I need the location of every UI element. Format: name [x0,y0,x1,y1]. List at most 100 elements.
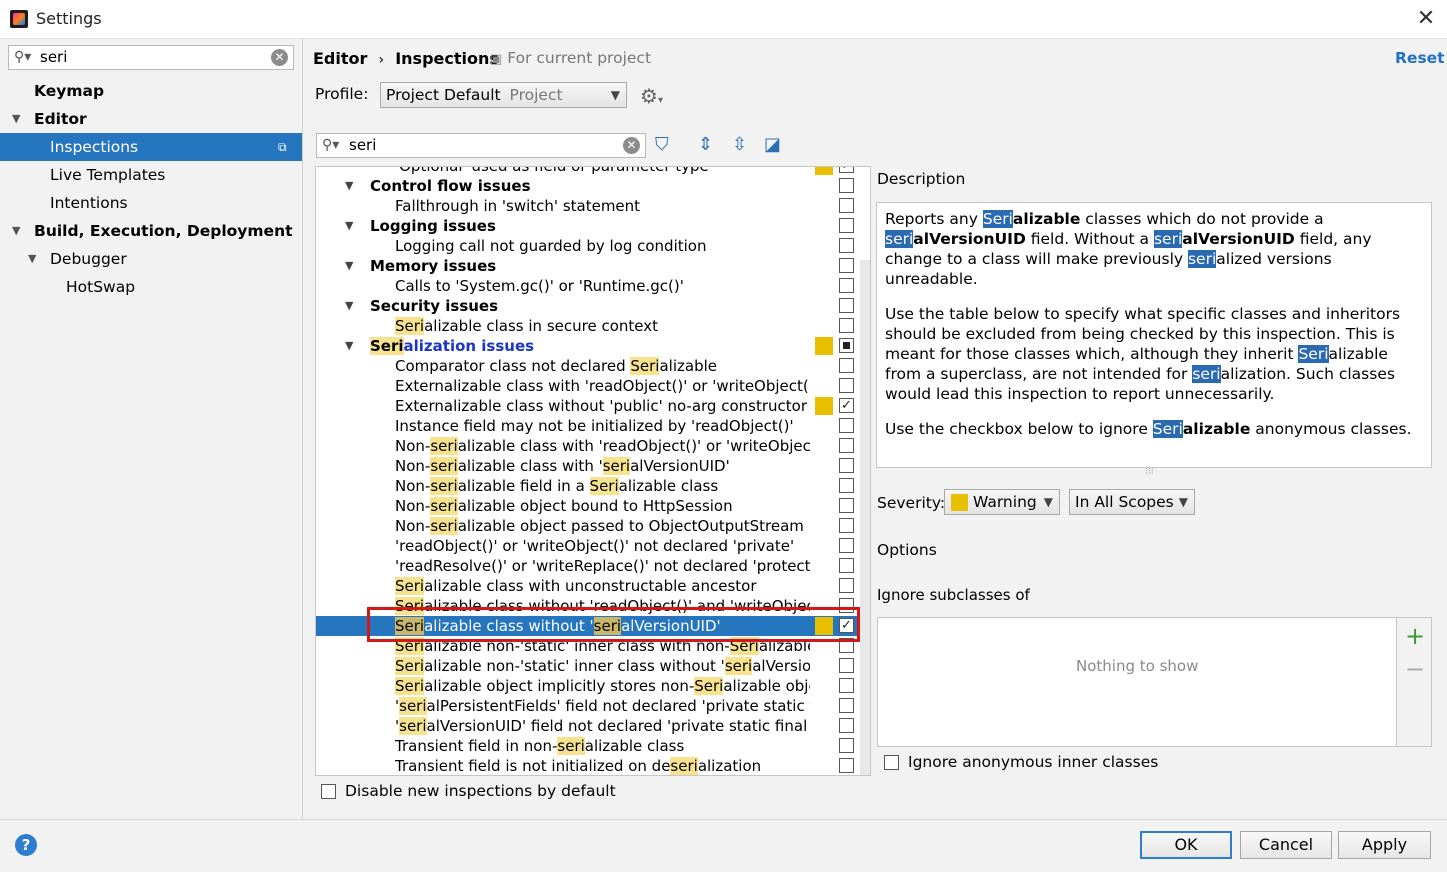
expand-arrow-icon[interactable]: ▼ [345,336,353,356]
tree-inspection-row[interactable]: Calls to 'System.gc()' or 'Runtime.gc()' [316,276,870,296]
tree-inspection-row[interactable]: Transient field in non-serializable clas… [316,736,870,756]
clear-search-icon[interactable]: ✕ [271,49,288,66]
sidebar-item-debugger[interactable]: ▼ Debugger [0,245,302,273]
expand-arrow-icon[interactable]: ▼ [345,176,353,196]
inspection-enabled-checkbox[interactable] [839,498,854,513]
cancel-button[interactable]: Cancel [1240,831,1332,859]
tree-inspection-row[interactable]: Fallthrough in 'switch' statement [316,196,870,216]
inspection-enabled-checkbox[interactable] [839,298,854,313]
tree-inspection-row[interactable]: Serializable object implicitly stores no… [316,676,870,696]
tree-category-row[interactable]: ▼ Memory issues [316,256,870,276]
tree-category-row[interactable]: ▼ Control flow issues [316,176,870,196]
collapse-all-icon[interactable]: ⇳ [732,134,747,155]
filter-icon[interactable]: ⛉ [655,134,669,155]
inspection-enabled-checkbox[interactable] [839,718,854,733]
inspection-enabled-checkbox[interactable]: ✓ [839,398,854,413]
tree-inspection-row[interactable]: 'serialVersionUID' field not declared 'p… [316,716,870,736]
inspection-filter-input[interactable]: ⚲▾ seri ✕ [316,133,646,158]
inspection-enabled-checkbox[interactable] [839,438,854,453]
tree-inspection-row[interactable]: Logging call not guarded by log conditio… [316,236,870,256]
tree-inspection-row[interactable]: 'Optional' used as field or parameter ty… [316,167,870,176]
tree-inspection-row[interactable]: Non-serializable object passed to Object… [316,516,870,536]
breadcrumb-editor[interactable]: Editor [313,49,367,68]
inspection-enabled-checkbox[interactable] [839,178,854,193]
apply-button[interactable]: Apply [1338,831,1431,859]
reset-link[interactable]: Reset [1395,49,1445,67]
inspection-enabled-checkbox[interactable] [839,378,854,393]
sidebar-item-keymap[interactable]: Keymap [0,77,302,105]
tree-inspection-row[interactable]: Serializable class with unconstructable … [316,576,870,596]
inspection-enabled-checkbox[interactable] [839,318,854,333]
expand-arrow-icon[interactable]: ▼ [345,296,353,316]
settings-search-input[interactable]: ⚲▾ seri ✕ [8,45,294,70]
inspection-enabled-checkbox[interactable] [839,738,854,753]
inspection-enabled-checkbox[interactable] [839,258,854,273]
inspection-enabled-checkbox[interactable] [839,478,854,493]
close-icon[interactable]: ✕ [1413,6,1439,32]
sidebar-item-intentions[interactable]: Intentions [0,189,302,217]
tree-inspection-row[interactable]: 'readObject()' or 'writeObject()' not de… [316,536,870,556]
tree-category-row[interactable]: ▼ Security issues [316,296,870,316]
inspection-enabled-checkbox[interactable] [839,538,854,553]
inspection-enabled-checkbox[interactable]: ✓ [839,167,854,173]
tree-inspection-row[interactable]: 'readResolve()' or 'writeReplace()' not … [316,556,870,576]
description-text: Use the checkbox below to ignore [885,420,1153,438]
inspection-enabled-checkbox[interactable] [839,278,854,293]
tree-inspection-row[interactable]: Externalizable class with 'readObject()'… [316,376,870,396]
sidebar-item-editor[interactable]: ▼ Editor [0,105,302,133]
inspection-enabled-checkbox[interactable] [839,198,854,213]
sidebar-item-live-templates[interactable]: Live Templates [0,161,302,189]
tree-category-row[interactable]: ▼ Serialization issues [316,336,870,356]
severity-dropdown[interactable]: Warning ▼ [944,489,1060,515]
tree-category-row[interactable]: ▼ Logging issues [316,216,870,236]
tree-scrollbar[interactable] [860,260,870,775]
tree-inspection-row[interactable]: Non-serializable object bound to HttpSes… [316,496,870,516]
inspection-enabled-checkbox[interactable] [839,338,854,353]
tree-inspection-row[interactable]: Instance field may not be initialized by… [316,416,870,436]
tree-inspection-row[interactable]: Transient field is not initialized on de… [316,756,870,775]
scope-dropdown[interactable]: In All Scopes ▼ [1069,489,1195,515]
add-icon[interactable]: + [1405,622,1425,650]
expand-arrow-icon[interactable]: ▼ [12,105,20,133]
tree-inspection-row[interactable]: Non-serializable class with 'readObject(… [316,436,870,456]
gear-icon[interactable]: ⚙▾ [640,84,663,108]
expand-arrow-icon[interactable]: ▼ [12,217,20,245]
expand-arrow-icon[interactable]: ▼ [28,245,36,273]
expand-arrow-icon[interactable]: ▼ [345,216,353,236]
tree-inspection-row[interactable]: Serializable non-'static' inner class wi… [316,656,870,676]
tree-inspection-row[interactable]: Non-serializable field in a Serializable… [316,476,870,496]
inspection-enabled-checkbox[interactable] [839,418,854,433]
inspections-tree[interactable]: 'Optional' used as field or parameter ty… [315,166,871,776]
inspection-enabled-checkbox[interactable] [839,758,854,773]
ignored-classes-list[interactable] [877,617,1397,747]
sidebar-item-hotswap[interactable]: HotSwap [0,273,302,301]
expand-all-icon[interactable]: ⇕ [698,134,713,155]
tree-inspection-row[interactable]: Non-serializable class with 'serialVersi… [316,456,870,476]
sidebar-item-inspections[interactable]: Inspections ⧉ [0,133,302,161]
expand-arrow-icon[interactable]: ▼ [345,256,353,276]
inspection-enabled-checkbox[interactable] [839,518,854,533]
help-icon[interactable]: ? [15,834,37,856]
inspection-enabled-checkbox[interactable] [839,698,854,713]
remove-icon[interactable]: − [1405,655,1425,683]
tree-inspection-row[interactable]: 'serialPersistentFields' field not decla… [316,696,870,716]
tree-inspection-row[interactable]: Comparator class not declared Serializab… [316,356,870,376]
tree-inspection-row[interactable]: Externalizable class without 'public' no… [316,396,870,416]
splitter-grip[interactable]: ⁝⁝⁝ [1145,467,1154,477]
inspection-enabled-checkbox[interactable] [839,578,854,593]
profile-dropdown[interactable]: Project Default Project ▼ [380,82,627,108]
inspection-enabled-checkbox[interactable] [839,458,854,473]
inspection-enabled-checkbox[interactable] [839,678,854,693]
inspection-enabled-checkbox[interactable] [839,358,854,373]
inspection-enabled-checkbox[interactable] [839,218,854,233]
checkbox[interactable] [884,755,899,770]
inspection-enabled-checkbox[interactable] [839,238,854,253]
reset-to-default-icon[interactable]: ◪ [764,134,781,155]
sidebar-item-build-execution-deployment[interactable]: ▼ Build, Execution, Deployment [0,217,302,245]
ok-button[interactable]: OK [1140,831,1232,859]
inspection-enabled-checkbox[interactable] [839,658,854,673]
inspection-enabled-checkbox[interactable] [839,558,854,573]
clear-filter-icon[interactable]: ✕ [623,137,640,154]
tree-inspection-row[interactable]: Serializable class in secure context [316,316,870,336]
checkbox[interactable] [321,784,336,799]
